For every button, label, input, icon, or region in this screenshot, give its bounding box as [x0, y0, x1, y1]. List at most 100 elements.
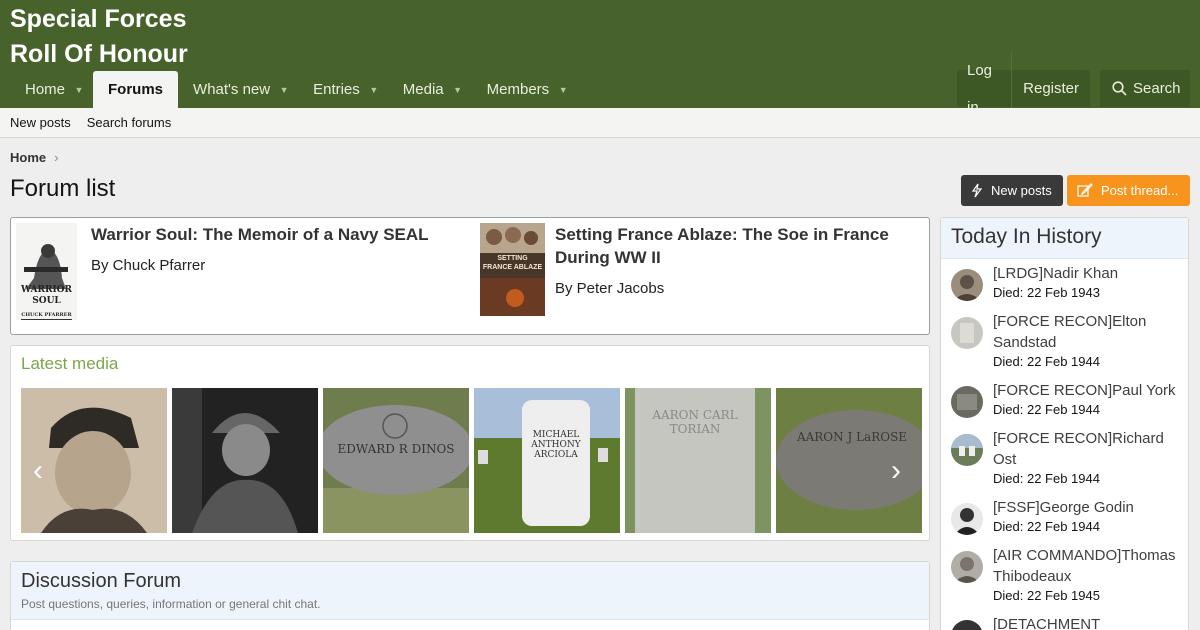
- new-posts-button[interactable]: New posts: [961, 175, 1063, 206]
- headstone-text: AARON CARL TORIAN: [652, 408, 738, 436]
- history-item: [FORCE RECON]Paul York Died: 22 Feb 1944: [951, 380, 1181, 422]
- today-in-history: Today In History [LRDG]Nadir Khan Died: …: [940, 217, 1189, 630]
- search-label: Search: [1133, 80, 1181, 97]
- register-link[interactable]: Register: [1012, 70, 1090, 107]
- featured-book[interactable]: SETTING FRANCE ABLAZE Setting France Abl…: [480, 223, 920, 323]
- chevron-down-icon[interactable]: ▼: [65, 85, 93, 95]
- history-item: [FORCE RECON]Elton Sandstad Died: 22 Feb…: [951, 311, 1181, 374]
- nav-tab-label: What's new: [193, 81, 271, 98]
- avatar[interactable]: [951, 551, 983, 583]
- avatar[interactable]: [951, 269, 983, 301]
- history-name[interactable]: [FSSF]George Godin: [993, 497, 1183, 518]
- search-icon: [1112, 81, 1127, 96]
- chevron-right-icon: ›: [54, 150, 59, 165]
- main-nav: Home ▼ Forums What's new ▼ Entries ▼ Media ▼…: [10, 71, 577, 108]
- history-item: [FORCE RECON]Richard Ost Died: 22 Feb 19…: [951, 428, 1181, 491]
- book-author: By Peter Jacobs: [555, 280, 665, 297]
- chevron-down-icon[interactable]: ▼: [444, 85, 472, 95]
- avatar[interactable]: [951, 386, 983, 418]
- history-item: [FSSF]George Godin Died: 22 Feb 1944: [951, 497, 1181, 539]
- headstone-text: EDWARD R DINOS: [337, 442, 455, 456]
- history-name[interactable]: [FORCE RECON]Elton Sandstad: [993, 311, 1183, 353]
- headstone-text: AARON J LaROSE: [796, 430, 908, 444]
- history-name[interactable]: [FORCE RECON]Richard Ost: [993, 428, 1183, 470]
- nav-tab-label: Home: [25, 81, 66, 98]
- latest-media: Latest media EDWARD R DINOS MICHAEL ANTH…: [10, 345, 930, 541]
- nav-tab-entries[interactable]: Entries ▼: [298, 71, 388, 108]
- history-name[interactable]: [AIR COMMANDO]Thomas Thibodeaux: [993, 545, 1183, 587]
- history-name[interactable]: [LRDG]Nadir Khan: [993, 263, 1183, 284]
- history-died: Died: 22 Feb 1944: [993, 402, 1100, 417]
- history-item: [LRDG]Nadir Khan Died: 22 Feb 1943: [951, 263, 1181, 305]
- sub-nav: New posts Search forums: [0, 108, 1200, 138]
- book-cover[interactable]: WARRIOR SOUL CHUCK PFARRER: [16, 223, 77, 320]
- chevron-left-icon[interactable]: ‹: [33, 456, 43, 486]
- book-title[interactable]: Setting France Ablaze: The Soe in France…: [555, 223, 915, 269]
- site-header: Special Forces Roll Of Honour Home ▼ Foru…: [0, 0, 1200, 126]
- history-died: Died: 22 Feb 1943: [993, 285, 1100, 300]
- logo-line-2: Roll Of Honour: [10, 40, 188, 68]
- edit-icon: [1077, 183, 1101, 198]
- search-button[interactable]: Search: [1100, 70, 1190, 107]
- forum-category-title[interactable]: Discussion Forum: [21, 570, 919, 593]
- cover-text: FRANCE ABLAZE: [482, 264, 543, 271]
- cover-text: SOUL: [32, 296, 61, 306]
- page-title: Forum list: [10, 175, 116, 202]
- lightning-icon: [971, 183, 991, 198]
- search-forums-link[interactable]: Search forums: [87, 115, 172, 130]
- media-thumbnail[interactable]: [172, 388, 318, 533]
- avatar[interactable]: [951, 620, 983, 630]
- new-posts-button-label: New posts: [991, 183, 1052, 198]
- chevron-right-icon[interactable]: ›: [891, 456, 901, 486]
- breadcrumb-home[interactable]: Home: [10, 150, 46, 165]
- nav-tab-members[interactable]: Members ▼: [472, 71, 578, 108]
- account-links: Log in Register: [957, 51, 1090, 126]
- chevron-down-icon[interactable]: ▼: [549, 85, 577, 95]
- featured-books: WARRIOR SOUL CHUCK PFARRER Warrior Soul:…: [10, 217, 930, 335]
- history-died: Died: 22 Feb 1945: [993, 588, 1100, 603]
- cover-text: WARRIOR: [20, 285, 72, 295]
- nav-tab-home[interactable]: Home ▼: [10, 71, 93, 108]
- featured-book[interactable]: WARRIOR SOUL CHUCK PFARRER Warrior Soul:…: [16, 223, 466, 323]
- avatar[interactable]: [951, 434, 983, 466]
- forum-category: Discussion Forum Post questions, queries…: [10, 561, 930, 630]
- nav-tab-forums[interactable]: Forums: [93, 71, 179, 108]
- chevron-down-icon[interactable]: ▼: [360, 85, 388, 95]
- history-title: Today In History: [941, 218, 1188, 259]
- book-title[interactable]: Warrior Soul: The Memoir of a Navy SEAL: [91, 223, 461, 246]
- headstone-text: MICHAEL ANTHONY ARCIOLA: [531, 430, 581, 460]
- latest-media-title[interactable]: Latest media: [21, 354, 118, 374]
- avatar[interactable]: [951, 503, 983, 535]
- media-thumbnail[interactable]: MICHAEL ANTHONY ARCIOLA: [474, 388, 620, 533]
- book-title-line: During WW II: [555, 248, 661, 267]
- site-logo[interactable]: Special Forces Roll Of Honour: [10, 2, 188, 72]
- history-item: [AIR COMMANDO]Thomas Thibodeaux Died: 22…: [951, 545, 1181, 608]
- forum-category-description: Post questions, queries, information or …: [21, 597, 321, 611]
- post-thread-button[interactable]: Post thread...: [1067, 175, 1190, 206]
- new-posts-link[interactable]: New posts: [10, 115, 71, 130]
- chevron-down-icon[interactable]: ▼: [270, 85, 298, 95]
- forum-category-header: Discussion Forum Post questions, queries…: [11, 562, 929, 620]
- breadcrumb: Home ›: [10, 150, 58, 165]
- media-thumbnail[interactable]: AARON CARL TORIAN: [625, 388, 771, 533]
- nav-tab-label: Members: [486, 81, 550, 98]
- book-title-line: Setting France Ablaze: The Soe in France: [555, 225, 889, 244]
- book-cover[interactable]: SETTING FRANCE ABLAZE: [480, 223, 545, 316]
- cover-text: SETTING: [497, 255, 528, 262]
- cover-text: CHUCK PFARRER: [21, 312, 72, 318]
- history-died: Died: 22 Feb 1944: [993, 354, 1100, 369]
- history-name[interactable]: [DETACHMENT: [993, 614, 1181, 630]
- history-name[interactable]: [FORCE RECON]Paul York: [993, 380, 1183, 401]
- avatar[interactable]: [951, 317, 983, 349]
- nav-tab-media[interactable]: Media ▼: [388, 71, 472, 108]
- history-item: [DETACHMENT: [951, 614, 1181, 630]
- nav-tab-label: Media: [402, 81, 444, 98]
- media-thumbnail[interactable]: EDWARD R DINOS: [323, 388, 469, 533]
- history-died: Died: 22 Feb 1944: [993, 519, 1100, 534]
- nav-tab-label: Entries: [313, 81, 360, 98]
- book-author: By Chuck Pfarrer: [91, 257, 206, 274]
- post-thread-button-label: Post thread...: [1101, 183, 1179, 198]
- nav-tab-label: Forums: [108, 81, 164, 98]
- nav-tab-whats-new[interactable]: What's new ▼: [178, 71, 298, 108]
- logo-line-1: Special Forces: [10, 5, 187, 33]
